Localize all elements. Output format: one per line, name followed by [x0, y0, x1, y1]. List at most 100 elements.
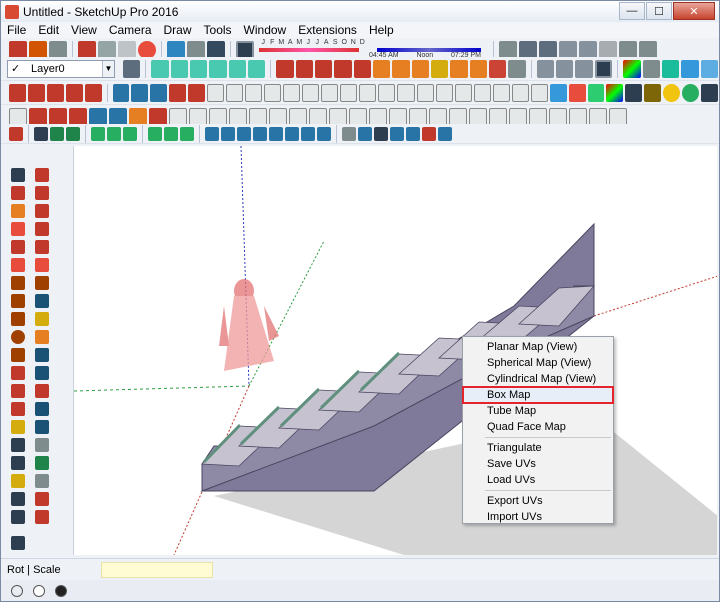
plugin-tool-icon[interactable]: [148, 126, 162, 141]
menu-item-load-uvs[interactable]: Load UVs: [463, 472, 613, 488]
plugin-tool-icon[interactable]: [35, 474, 49, 488]
time-slider[interactable]: [377, 47, 481, 52]
plugin-tool-icon[interactable]: [321, 83, 339, 102]
plugin-tool-icon[interactable]: [35, 186, 49, 200]
plugin-tool-icon[interactable]: [492, 83, 510, 102]
cut-icon[interactable]: [78, 40, 96, 59]
open-icon[interactable]: [29, 40, 47, 59]
solid-split-icon[interactable]: [353, 59, 372, 78]
extension-warehouse-icon[interactable]: [681, 59, 699, 78]
plugin-tool-icon[interactable]: [454, 83, 472, 102]
shadow-sliders[interactable]: [259, 47, 489, 52]
shadows-toggle-icon[interactable]: [236, 40, 254, 59]
follow-me-icon[interactable]: [11, 312, 25, 326]
plugin-tool-icon[interactable]: [397, 83, 415, 102]
print-icon[interactable]: [207, 40, 225, 59]
plugin-tool-icon[interactable]: [283, 83, 301, 102]
plugin-tool-icon[interactable]: [131, 83, 149, 102]
hidden-line-icon[interactable]: [579, 40, 597, 59]
plugin-tool-icon[interactable]: [237, 126, 251, 141]
user-account-icon[interactable]: [55, 584, 67, 597]
plugin-tool-icon[interactable]: [422, 126, 436, 141]
menu-draw[interactable]: Draw: [158, 22, 198, 38]
plugin-tool-icon[interactable]: [123, 126, 137, 141]
undo-icon[interactable]: [167, 40, 185, 59]
plugin-tool-icon[interactable]: [35, 348, 49, 362]
plugin-tool-icon[interactable]: [35, 510, 49, 524]
menu-item-tube-map[interactable]: Tube Map: [463, 403, 613, 419]
section-fill-icon[interactable]: [594, 59, 613, 78]
drape-icon[interactable]: [469, 59, 488, 78]
rectangle-icon[interactable]: [11, 276, 25, 290]
plugin-tool-icon[interactable]: [269, 107, 287, 126]
plugin-tool-icon[interactable]: [369, 107, 387, 126]
plugin-tool-icon[interactable]: [109, 107, 127, 126]
plugin-tool-icon[interactable]: [188, 83, 206, 102]
plugin-tool-icon[interactable]: [69, 107, 87, 126]
pencil-line-icon[interactable]: [11, 222, 25, 236]
plugin-tool-icon[interactable]: [289, 107, 307, 126]
plugin-tool-icon[interactable]: [66, 126, 80, 141]
plugin-tool-icon[interactable]: [91, 126, 105, 141]
solid-intersect-icon[interactable]: [334, 59, 352, 78]
plugin-tool-icon[interactable]: [568, 83, 586, 102]
add-detail-icon[interactable]: [489, 59, 507, 78]
xray-icon[interactable]: [519, 40, 537, 59]
section-cut-icon[interactable]: [575, 59, 593, 78]
3d-warehouse-icon[interactable]: [661, 59, 680, 78]
plugin-tool-icon[interactable]: [84, 83, 102, 102]
plugin-tool-icon[interactable]: [112, 83, 130, 102]
plugin-tool-icon[interactable]: [469, 107, 487, 126]
plugin-tool-icon[interactable]: [378, 83, 396, 102]
plugin-tool-icon[interactable]: [35, 384, 49, 398]
left-view-icon[interactable]: [248, 59, 266, 78]
plugin-tool-icon[interactable]: [549, 83, 567, 102]
erase-icon[interactable]: [138, 40, 156, 59]
plugin-tool-icon[interactable]: [473, 83, 491, 102]
plugin-tool-icon[interactable]: [35, 240, 49, 254]
plugin-tool-icon[interactable]: [409, 107, 427, 126]
plugin-tool-icon[interactable]: [35, 276, 49, 290]
push-pull-icon[interactable]: [11, 294, 25, 308]
plugin-tool-icon[interactable]: [359, 83, 377, 102]
plugin-tool-icon[interactable]: [180, 126, 194, 141]
plugin-tool-icon[interactable]: [609, 107, 627, 126]
plugin-tool-icon[interactable]: [342, 126, 356, 141]
plugin-tool-icon[interactable]: [606, 83, 624, 102]
plugin-tool-icon[interactable]: [358, 126, 372, 141]
eraser-icon[interactable]: [11, 204, 25, 218]
rotate-icon[interactable]: [11, 384, 25, 398]
plugin-tool-icon[interactable]: [406, 126, 420, 141]
materials-icon[interactable]: [623, 59, 641, 78]
textured-icon[interactable]: [619, 40, 637, 59]
select-arrow-icon[interactable]: [11, 168, 25, 182]
monochrome-icon[interactable]: [639, 40, 657, 59]
components-icon[interactable]: [642, 59, 660, 78]
plugin-tool-icon[interactable]: [269, 126, 283, 141]
menu-file[interactable]: File: [1, 22, 32, 38]
measurements-box[interactable]: [101, 561, 213, 578]
wireframe-icon[interactable]: [559, 40, 577, 59]
plugin-tool-icon[interactable]: [644, 83, 662, 102]
plugin-tool-icon[interactable]: [529, 107, 547, 126]
iso-view-icon[interactable]: [151, 59, 169, 78]
plugin-tool-icon[interactable]: [29, 107, 47, 126]
top-view-icon[interactable]: [170, 59, 188, 78]
menu-item-spherical-map[interactable]: Spherical Map (View): [463, 355, 613, 371]
redo-icon[interactable]: [187, 40, 205, 59]
3d-text-icon[interactable]: [11, 536, 25, 550]
chevron-down-icon[interactable]: ▼: [102, 60, 114, 77]
title-bar[interactable]: Untitled - SketchUp Pro 2016 — ☐ ✕: [1, 1, 719, 22]
plugin-tool-icon[interactable]: [169, 107, 187, 126]
plugin-tool-icon[interactable]: [35, 258, 49, 272]
plugin-tool-icon[interactable]: [249, 107, 267, 126]
minimize-button[interactable]: —: [619, 2, 645, 20]
plugin-tool-icon[interactable]: [35, 294, 49, 308]
close-button[interactable]: ✕: [673, 2, 715, 20]
plugin-tool-icon[interactable]: [435, 83, 453, 102]
plugin-tool-icon[interactable]: [663, 83, 681, 102]
menu-item-export-uvs[interactable]: Export UVs: [463, 493, 613, 509]
smoove-icon[interactable]: [431, 59, 449, 78]
layer-manager-icon[interactable]: [123, 59, 141, 78]
plugin-tool-icon[interactable]: [35, 204, 49, 218]
